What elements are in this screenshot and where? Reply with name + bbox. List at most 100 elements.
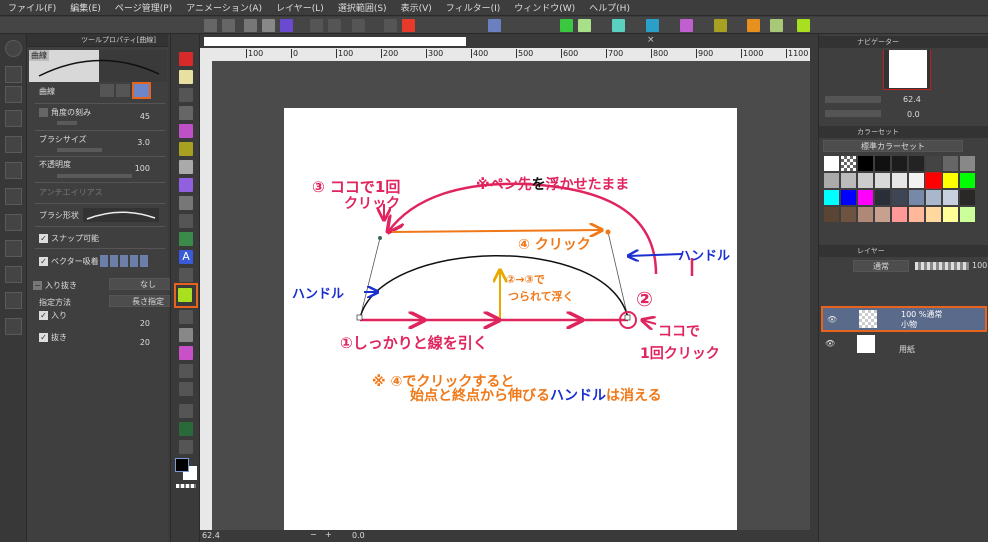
folder-plus-icon[interactable] (5, 318, 22, 335)
color-swatch[interactable] (857, 155, 874, 172)
in-value[interactable]: 20 (140, 319, 150, 328)
color-swatch[interactable] (840, 172, 857, 189)
navigator-angle[interactable]: 0.0 (907, 110, 920, 119)
new-file-icon[interactable] (244, 19, 257, 32)
brush-preset-icon[interactable] (612, 19, 625, 32)
folder-import-icon[interactable] (5, 240, 22, 257)
open-folder-icon[interactable] (262, 19, 275, 32)
lasso-tool-icon[interactable] (179, 70, 193, 84)
angle-step-value[interactable]: 45 (140, 112, 150, 121)
color-swatch[interactable] (891, 206, 908, 223)
colorset-tab[interactable]: カラーセット (819, 126, 988, 138)
color-swatch[interactable] (874, 206, 891, 223)
text-tool-icon[interactable]: A (179, 250, 193, 264)
eye-icon[interactable]: 👁 (827, 315, 837, 324)
curve-settings-icon[interactable] (5, 86, 22, 103)
color-swatch[interactable] (823, 189, 840, 206)
folder-icon[interactable] (5, 136, 22, 153)
zoom-tool-icon[interactable] (179, 52, 193, 66)
decoration-tool-icon[interactable] (179, 232, 193, 246)
vector-tool-icon[interactable] (179, 310, 193, 324)
out-checkbox[interactable]: ✓ (39, 333, 48, 342)
vertical-scrollbar[interactable] (810, 48, 818, 530)
magic-wand-icon[interactable] (179, 88, 193, 102)
in-checkbox[interactable]: ✓ (39, 311, 48, 320)
rotate-icon[interactable] (179, 382, 193, 396)
color-swatch[interactable] (908, 206, 925, 223)
color-swatch[interactable] (891, 172, 908, 189)
angle-step-checkbox[interactable] (39, 108, 48, 117)
layer-row[interactable]: 👁 用紙 (821, 334, 987, 360)
color-swatch[interactable] (959, 206, 976, 223)
layer-tab[interactable]: レイヤー (819, 245, 988, 257)
canvas-tab[interactable] (204, 37, 466, 46)
ruler-tool-icon[interactable] (179, 268, 193, 282)
menu-filter[interactable]: フィルター(I) (446, 1, 501, 14)
color-swatch[interactable] (891, 155, 908, 172)
color-swatch[interactable] (823, 172, 840, 189)
folder-icon[interactable] (5, 110, 22, 127)
curve-tool-icon[interactable] (5, 66, 22, 83)
correct-line-icon[interactable] (179, 404, 193, 418)
airbrush-icon[interactable] (179, 214, 193, 228)
folder-x-icon[interactable] (5, 188, 22, 205)
snap-icon[interactable] (488, 19, 501, 32)
color-swatch[interactable] (908, 189, 925, 206)
menu-icon[interactable] (204, 19, 217, 32)
folder-x-icon[interactable] (5, 214, 22, 231)
ink-preset-icon[interactable] (646, 19, 659, 32)
spline-option[interactable] (116, 84, 130, 97)
gradient-icon[interactable] (179, 328, 193, 342)
clip-studio-icon[interactable] (222, 19, 235, 32)
undo-icon[interactable] (310, 19, 323, 32)
blend-mode-dropdown[interactable]: 通常 (853, 260, 909, 272)
menu-file[interactable]: ファイル(F) (8, 1, 56, 14)
color-swatch[interactable] (942, 206, 959, 223)
layer-opacity-slider[interactable] (915, 262, 969, 270)
zoom-in-icon[interactable]: + (325, 530, 332, 539)
navigator-zoom[interactable]: 62.4 (903, 95, 921, 104)
pattern-tool-icon[interactable] (179, 160, 193, 174)
status-rotation[interactable]: 0.0 (352, 531, 365, 540)
zoom-out-icon[interactable]: − (310, 530, 317, 539)
cubic-bezier-option[interactable] (132, 82, 151, 99)
color-swatch[interactable] (908, 155, 925, 172)
menu-window[interactable]: ウィンドウ(W) (514, 1, 575, 14)
menu-help[interactable]: ヘルプ(H) (589, 1, 630, 14)
frame-preset-icon[interactable] (747, 19, 760, 32)
magnifier-icon[interactable] (179, 364, 193, 378)
navigator-zoom-slider[interactable] (825, 96, 881, 103)
transform-icon[interactable] (402, 19, 415, 32)
layer-row[interactable]: 👁 100 %通常 小物 (821, 306, 987, 332)
save-icon[interactable] (280, 19, 293, 32)
canvas-page[interactable]: ③ ココで1回 クリック ※ペン先を浮かせたまま ④ クリック ハンドル ハンド… (284, 108, 737, 532)
vector-snap-options[interactable] (100, 255, 150, 267)
angle-step-slider[interactable] (57, 121, 77, 125)
color-swatch[interactable] (874, 172, 891, 189)
brush-size-value[interactable]: 3.0 (137, 138, 150, 147)
pen-preset-icon[interactable] (560, 19, 573, 32)
color-swatch[interactable] (857, 172, 874, 189)
foreground-color[interactable] (175, 458, 189, 472)
menu-view[interactable]: 表示(V) (401, 1, 432, 14)
opacity-slider[interactable] (57, 174, 132, 178)
color-swatch[interactable] (925, 155, 942, 172)
close-tab-icon[interactable]: × (647, 35, 655, 45)
loading-icon[interactable] (352, 19, 365, 32)
color-swatch[interactable] (942, 155, 959, 172)
layer-name[interactable]: 用紙 (899, 344, 915, 355)
layer-name[interactable]: 小物 (901, 319, 917, 330)
fill-preset-icon[interactable] (714, 19, 727, 32)
color-swatch[interactable] (942, 172, 959, 189)
color-swatch[interactable] (959, 172, 976, 189)
menu-selection[interactable]: 選択範囲(S) (338, 1, 387, 14)
color-swatch[interactable] (959, 155, 976, 172)
redo-icon[interactable] (328, 19, 341, 32)
brush-size-slider[interactable] (57, 148, 102, 152)
folder-x-icon[interactable] (5, 266, 22, 283)
color-swatch[interactable] (874, 189, 891, 206)
layer-opacity-value[interactable]: 100 (972, 261, 987, 270)
navigator-tab[interactable]: ナビゲーター (819, 36, 988, 48)
eyedropper-icon[interactable] (179, 346, 193, 360)
folder-star-icon[interactable] (5, 162, 22, 179)
